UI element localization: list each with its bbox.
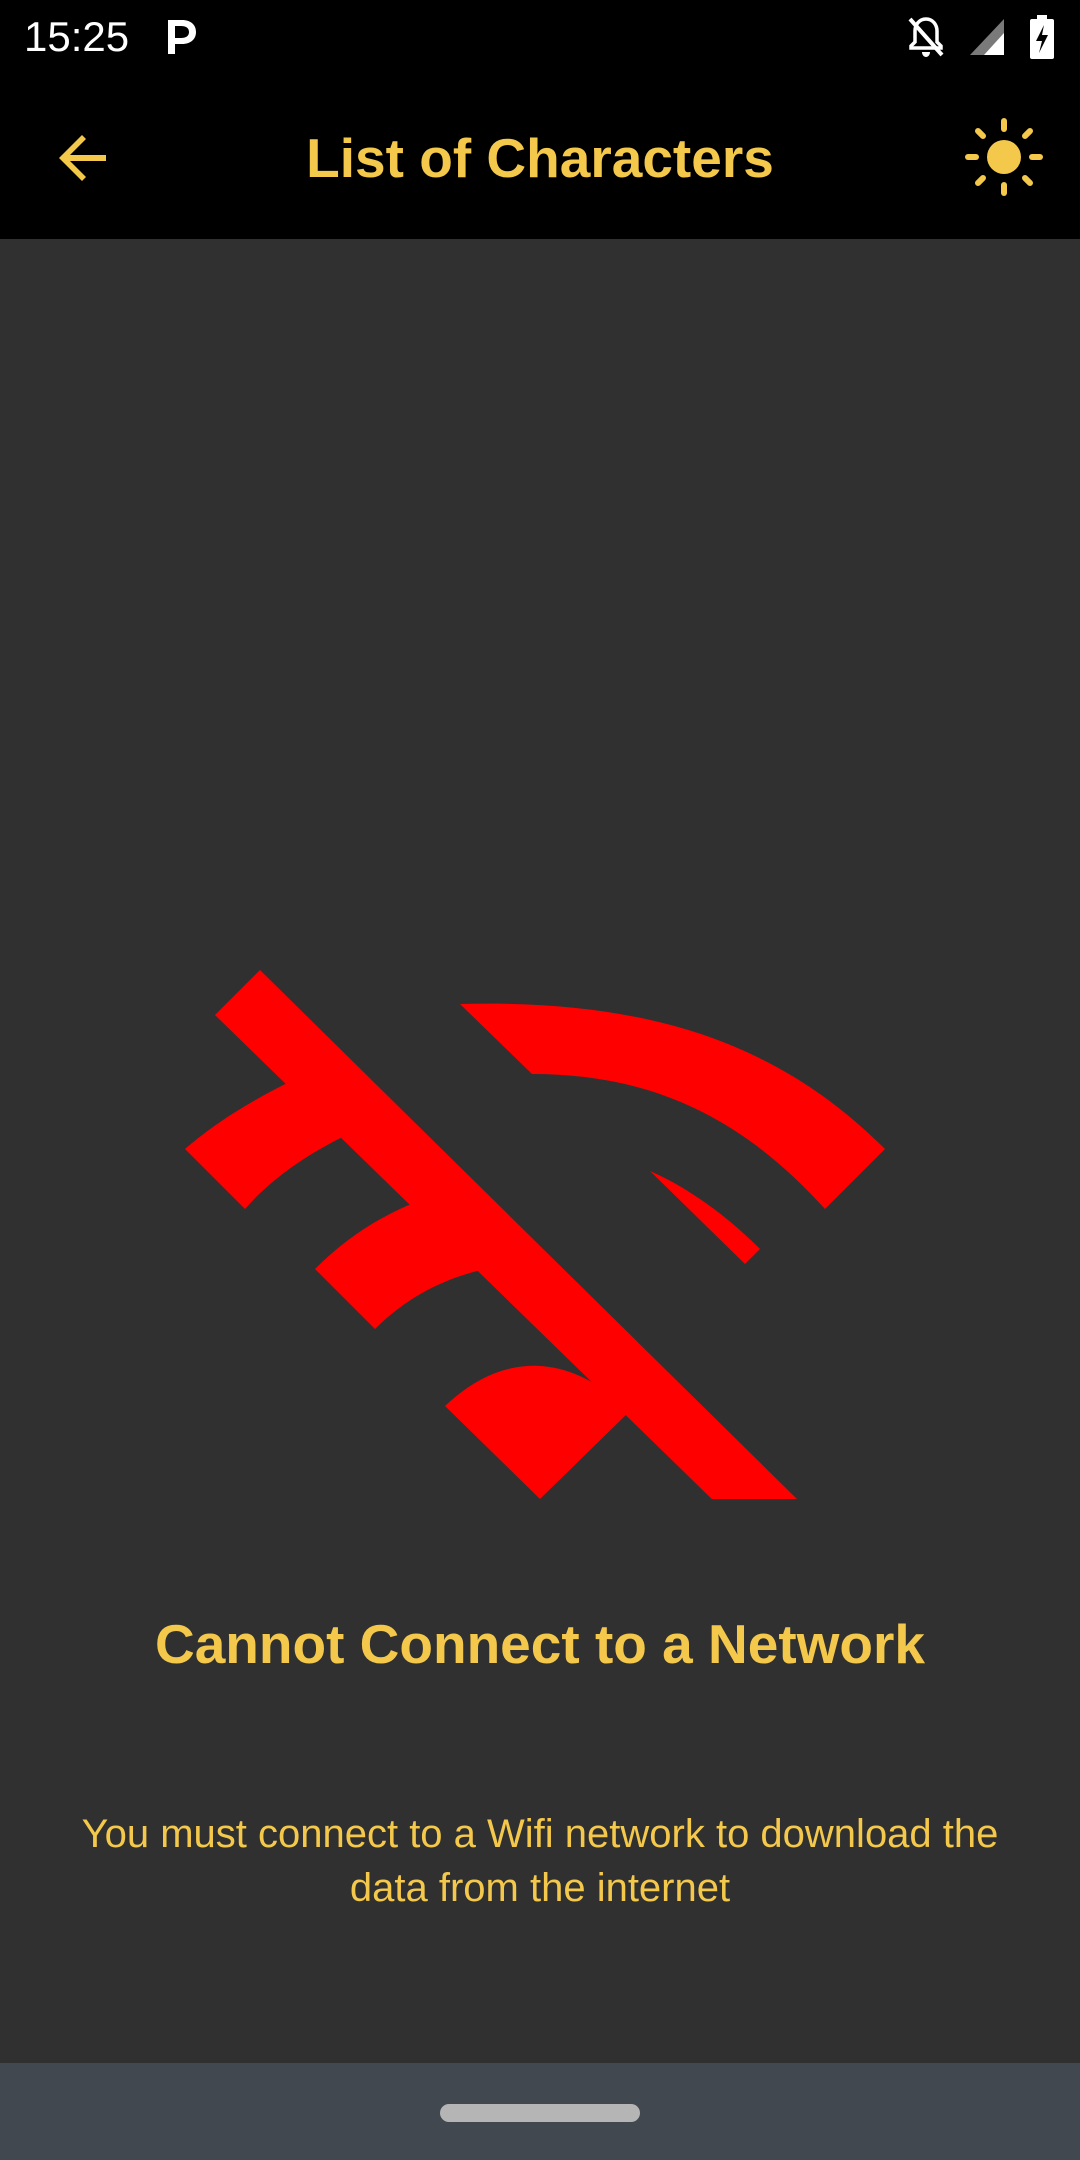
system-nav-bar <box>0 2063 1080 2160</box>
error-message: You must connect to a Wifi network to do… <box>81 1812 999 1910</box>
cell-signal-icon <box>970 19 1004 55</box>
wifi-off-icon <box>185 970 885 1499</box>
status-icons <box>906 14 1056 60</box>
page-title: List of Characters <box>306 127 774 189</box>
sun-icon[interactable] <box>964 117 1044 197</box>
error-title: Cannot Connect to a Network <box>154 1613 926 1675</box>
notifications-off-icon <box>908 17 944 57</box>
parking-p-icon <box>168 20 196 54</box>
content-area: Cannot Connect to a Network You must con… <box>0 239 1080 2063</box>
status-bar: 15:25 <box>0 0 1080 75</box>
battery-charging-icon <box>1030 15 1054 59</box>
home-gesture-handle[interactable] <box>440 2104 640 2122</box>
app-bar: List of Characters <box>0 75 1080 239</box>
status-time: 15:25 <box>24 13 130 60</box>
